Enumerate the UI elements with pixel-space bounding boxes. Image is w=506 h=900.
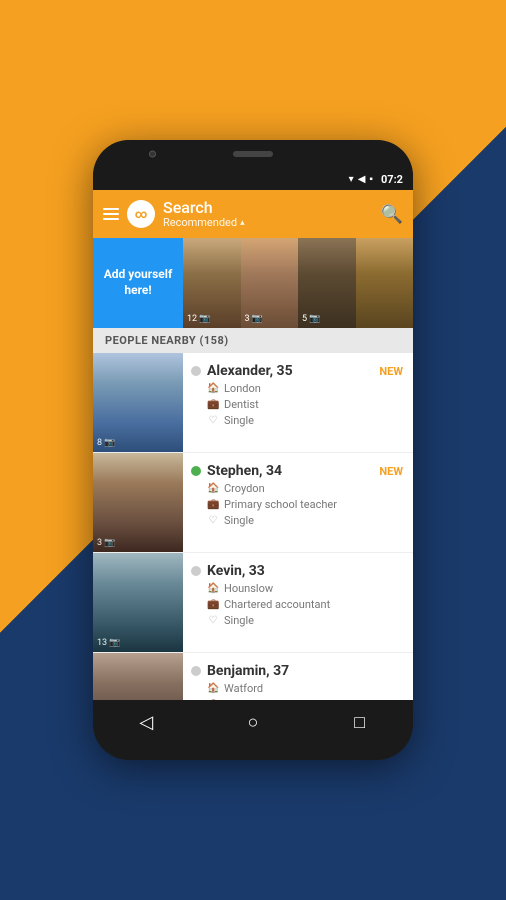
home-icon: 🏠 xyxy=(207,383,219,394)
person-job: 💼 Dentist xyxy=(207,398,403,411)
list-item[interactable]: 3📷 Stephen, 34 NEW 🏠 Croydon 💼 Primary s… xyxy=(93,453,413,553)
person-info-kevin: Kevin, 33 🏠 Hounslow 💼 Chartered account… xyxy=(183,553,413,652)
nearby-section-header: PEOPLE NEARBY (158) xyxy=(93,328,413,353)
person-list: 8📷 Alexander, 35 NEW 🏠 London 💼 Dentist xyxy=(93,353,413,700)
person-name-row: Stephen, 34 NEW xyxy=(191,463,403,479)
person-location: 🏠 Watford xyxy=(207,682,403,695)
person-status: ♡ Single xyxy=(207,614,403,627)
back-button[interactable]: ◁ xyxy=(126,702,166,742)
photo-count-overlay: 8📷 xyxy=(97,438,115,448)
app-header: ∞ Search Recommended ▴ 🔍 xyxy=(93,190,413,238)
person-photo-kevin: 13📷 xyxy=(93,553,183,652)
bottom-nav: ◁ ○ □ xyxy=(93,700,413,744)
app-logo: ∞ xyxy=(127,200,155,228)
photo-count-overlay: 3📷 xyxy=(97,538,115,548)
photo-count-1: 12📷 xyxy=(187,314,210,324)
person-name: Stephen, 34 xyxy=(207,463,282,479)
menu-button[interactable] xyxy=(103,208,119,220)
photo-strip: Add yourself here! 12📷 3📷 5📷 xyxy=(93,238,413,328)
photo-count-2: 3📷 xyxy=(245,314,263,324)
person-status: ♡ Single xyxy=(207,414,403,427)
person-photo-benjamin xyxy=(93,653,183,700)
home-icon: 🏠 xyxy=(207,583,219,594)
home-icon: 🏠 xyxy=(207,683,219,694)
new-badge: NEW xyxy=(379,365,403,378)
home-button[interactable]: ○ xyxy=(233,702,273,742)
person-name-row: Benjamin, 37 xyxy=(191,663,403,679)
person-location: 🏠 Hounslow xyxy=(207,582,403,595)
person-name-row: Kevin, 33 xyxy=(191,563,403,579)
person-name: Kevin, 33 xyxy=(207,563,265,579)
person-info-alexander: Alexander, 35 NEW 🏠 London 💼 Dentist ♡ S… xyxy=(183,353,413,452)
header-title: Search xyxy=(163,199,373,217)
chevron-down-icon: ▴ xyxy=(240,218,245,228)
online-indicator xyxy=(191,466,201,476)
heart-icon: ♡ xyxy=(207,415,219,426)
speaker xyxy=(233,151,273,157)
add-yourself-label: Add yourself here! xyxy=(93,263,183,302)
add-yourself-button[interactable]: Add yourself here! xyxy=(93,238,183,328)
work-icon: 💼 xyxy=(207,599,219,610)
list-item[interactable]: Benjamin, 37 🏠 Watford 💼 Sales executive… xyxy=(93,653,413,700)
person-name: Alexander, 35 xyxy=(207,363,293,379)
strip-photo-2[interactable]: 3📷 xyxy=(241,238,299,328)
person-location: 🏠 London xyxy=(207,382,403,395)
status-time: 07:2 xyxy=(381,173,403,186)
work-icon: 💼 xyxy=(207,499,219,510)
phone-top-bezel xyxy=(93,140,413,168)
person-info-stephen: Stephen, 34 NEW 🏠 Croydon 💼 Primary scho… xyxy=(183,453,413,552)
person-status: ♡ Single xyxy=(207,514,403,527)
wifi-icon: ▾ xyxy=(349,174,354,185)
recents-button[interactable]: □ xyxy=(340,702,380,742)
person-info-benjamin: Benjamin, 37 🏠 Watford 💼 Sales executive… xyxy=(183,653,413,700)
strip-photo-4[interactable] xyxy=(356,238,414,328)
heart-icon: ♡ xyxy=(207,615,219,626)
photo-count-overlay: 13📷 xyxy=(97,638,120,648)
person-name: Benjamin, 37 xyxy=(207,663,289,679)
phone-device: ▾ ◀ ▪ 07:2 ∞ Search Recommended ▴ 🔍 Add … xyxy=(93,140,413,760)
person-job: 💼 Chartered accountant xyxy=(207,598,403,611)
person-location: 🏠 Croydon xyxy=(207,482,403,495)
offline-indicator xyxy=(191,566,201,576)
offline-indicator xyxy=(191,366,201,376)
offline-indicator xyxy=(191,666,201,676)
heart-icon: ♡ xyxy=(207,515,219,526)
front-camera xyxy=(149,151,156,158)
header-subtitle: Recommended ▴ xyxy=(163,216,373,229)
status-bar: ▾ ◀ ▪ 07:2 xyxy=(93,168,413,190)
person-photo-stephen: 3📷 xyxy=(93,453,183,552)
strip-photo-1[interactable]: 12📷 xyxy=(183,238,241,328)
work-icon: 💼 xyxy=(207,399,219,410)
person-job: 💼 Primary school teacher xyxy=(207,498,403,511)
signal-icon: ◀ xyxy=(358,174,366,185)
phone-bottom-bezel xyxy=(93,744,413,760)
new-badge: NEW xyxy=(379,465,403,478)
list-item[interactable]: 13📷 Kevin, 33 🏠 Hounslow 💼 Chartered acc… xyxy=(93,553,413,653)
battery-icon: ▪ xyxy=(369,174,373,185)
person-photo-alexander: 8📷 xyxy=(93,353,183,452)
list-item[interactable]: 8📷 Alexander, 35 NEW 🏠 London 💼 Dentist xyxy=(93,353,413,453)
search-button[interactable]: 🔍 xyxy=(381,204,403,225)
person-name-row: Alexander, 35 NEW xyxy=(191,363,403,379)
strip-photo-3[interactable]: 5📷 xyxy=(298,238,356,328)
photo-count-3: 5📷 xyxy=(302,314,320,324)
home-icon: 🏠 xyxy=(207,483,219,494)
header-text-block: Search Recommended ▴ xyxy=(163,199,373,230)
